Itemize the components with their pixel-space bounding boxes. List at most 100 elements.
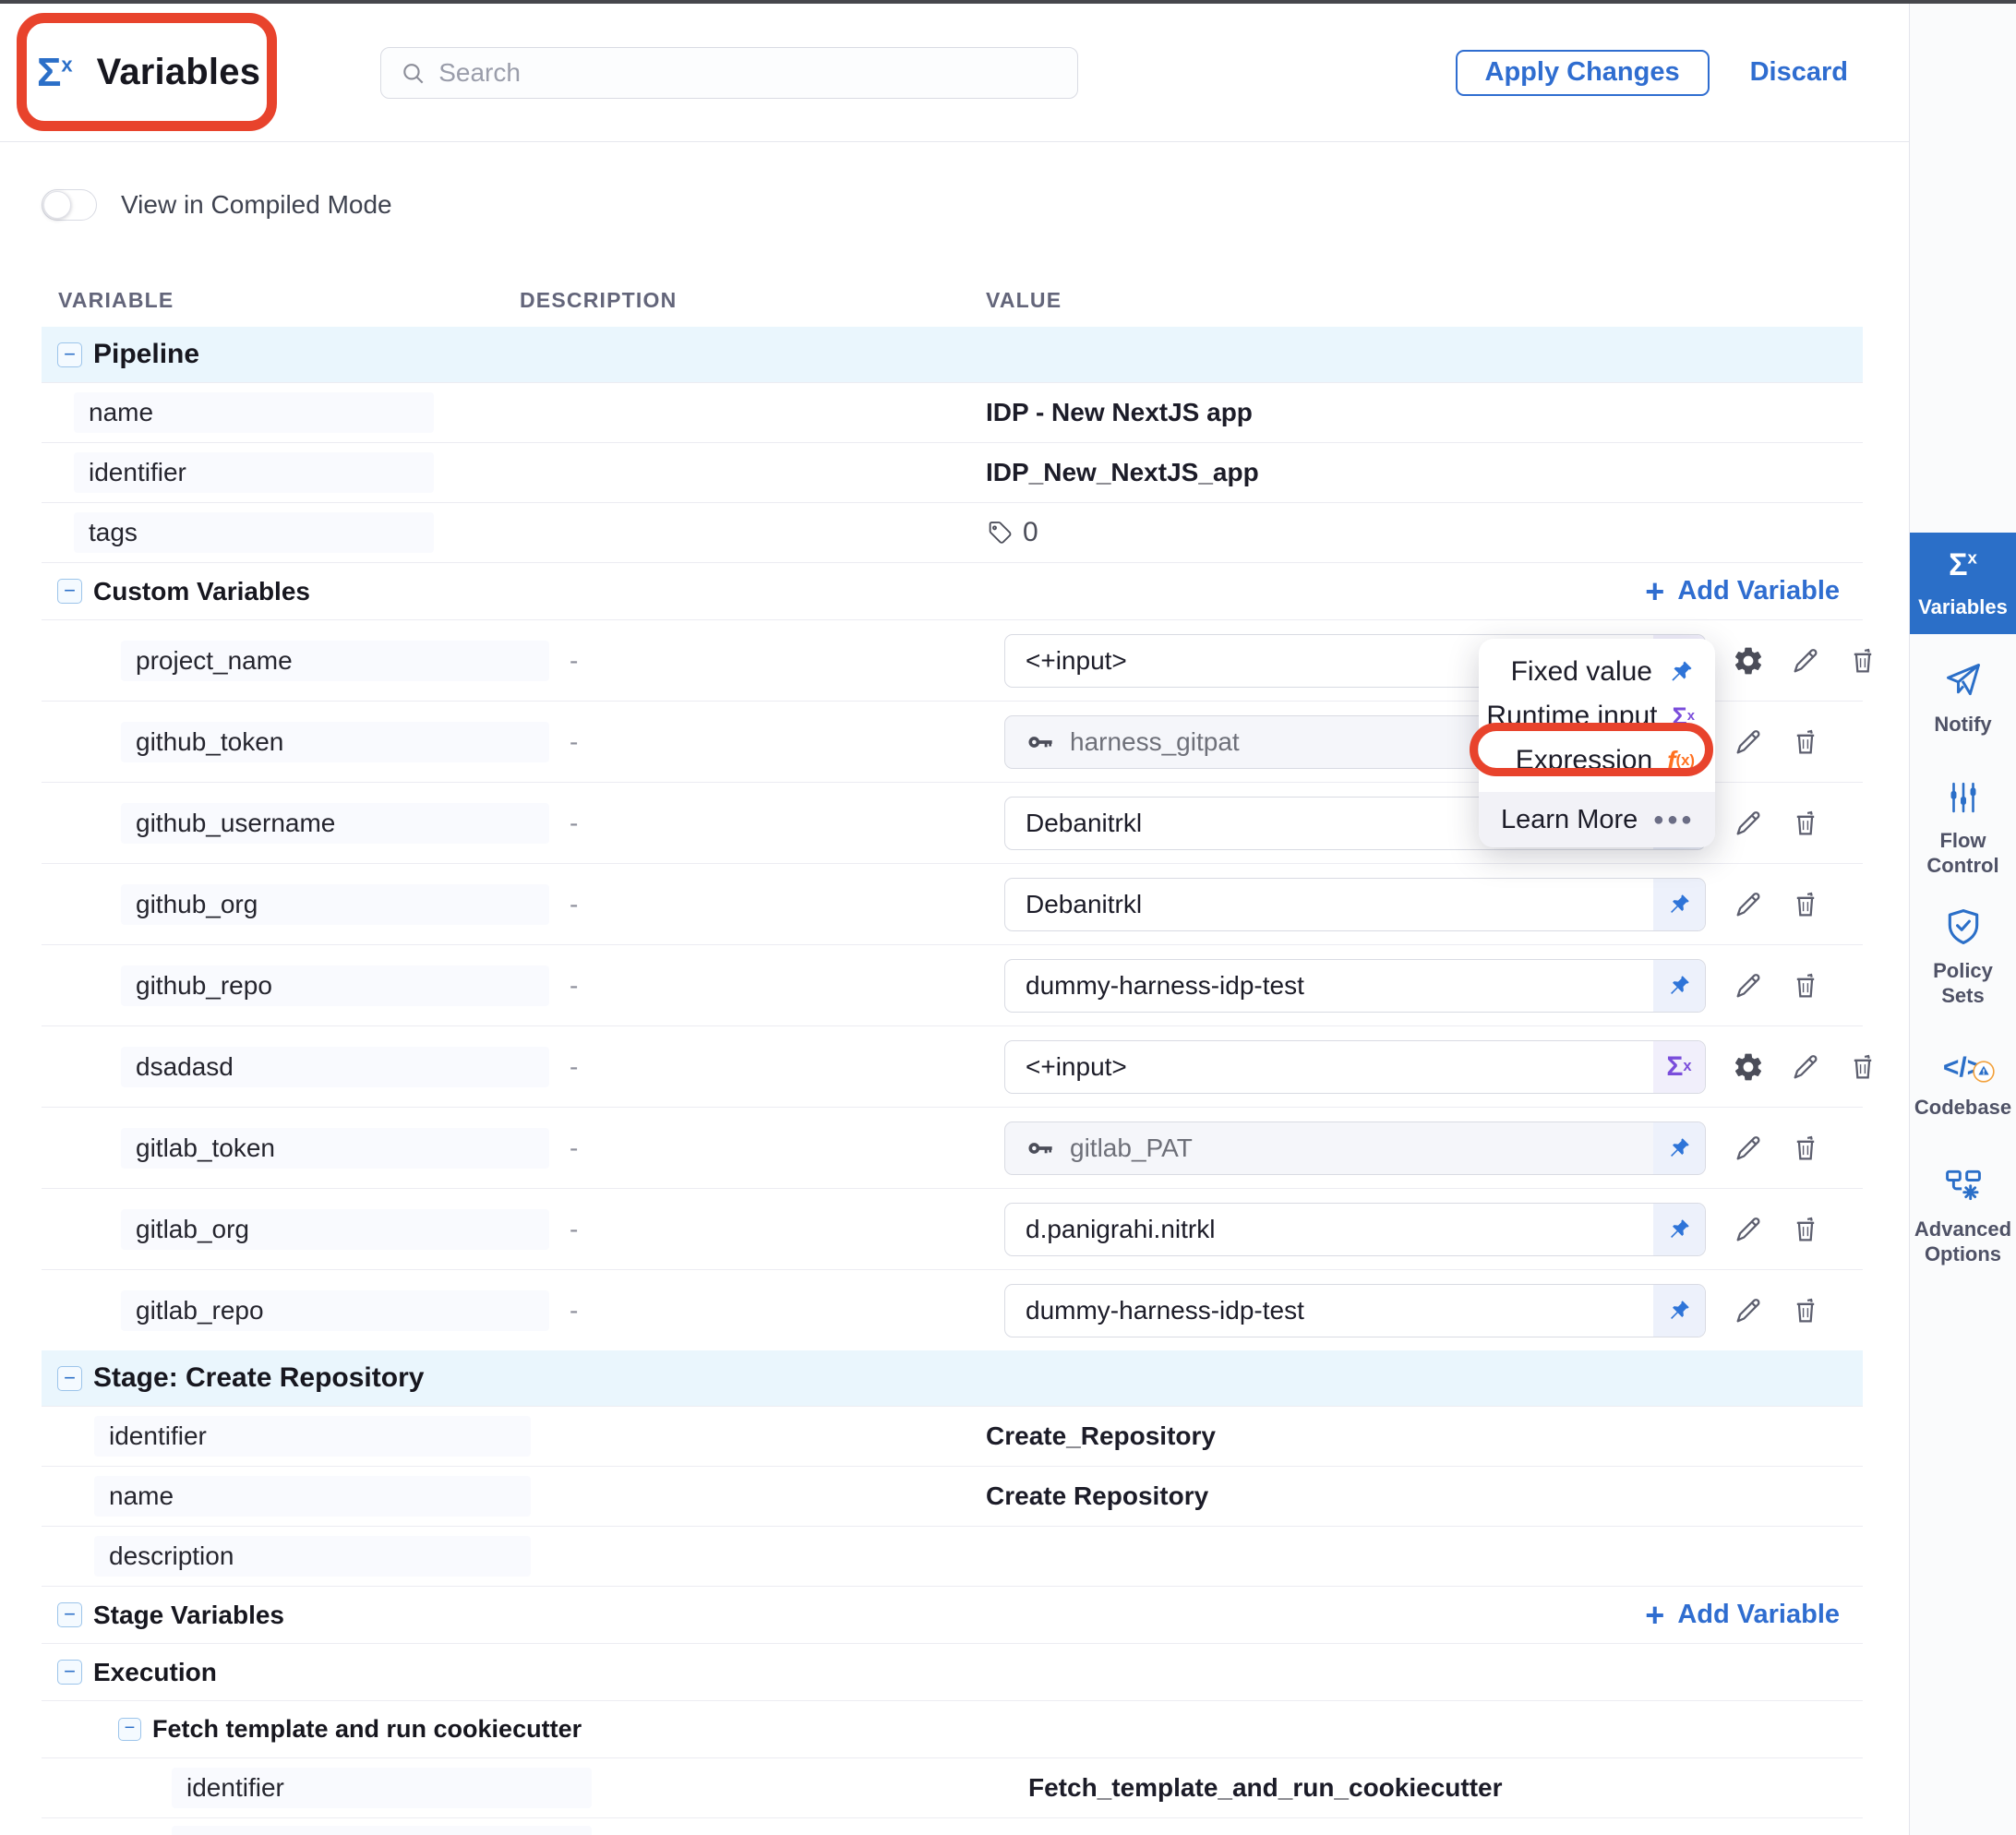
value-input[interactable]: <+input> Σx [1004,1040,1706,1094]
value-input[interactable]: d.panigrahi.nitrkl [1004,1203,1706,1256]
menu-item-expression[interactable]: Expression f(x) [1479,738,1715,783]
delete-trash-icon[interactable] [1789,969,1822,1002]
step-group-header: − Fetch template and run cookiecutter [42,1700,1863,1757]
right-nav: Σx Variables Notify Flow Control Policy … [1909,4,2016,1835]
edit-pencil-icon[interactable] [1732,1294,1765,1327]
page-title: Variables [97,52,260,93]
sigma-x-icon: Σx [1949,547,1977,583]
value-type-menu: Fixed value Runtime input Σx Expression … [1479,639,1715,847]
delete-trash-icon[interactable] [1789,1294,1822,1327]
variable-name-pill: dsadasd [121,1047,549,1087]
table-row: identifier Create_Repository [42,1406,1863,1466]
variable-name-pill [172,1826,592,1835]
value-input[interactable]: dummy-harness-idp-test [1004,1284,1706,1337]
runtime-input-icon[interactable]: Σx [1653,1041,1705,1093]
tags-count: 0 [1023,517,1038,548]
variable-value: IDP - New NextJS app [986,398,1253,427]
sliders-icon [1944,778,1983,817]
variable-name-pill: gitlab_repo [121,1290,549,1331]
collapse-icon[interactable]: − [57,1660,82,1685]
section-header-stage: − Stage: Create Repository [42,1350,1863,1406]
delete-trash-icon[interactable] [1789,1132,1822,1165]
collapse-icon[interactable]: − [118,1718,141,1741]
nav-tab-flow-control[interactable]: Flow Control [1910,763,2016,893]
plus-icon: + [1645,1601,1664,1629]
menu-item-fixed-value[interactable]: Fixed value [1479,650,1715,694]
nav-tab-advanced-options[interactable]: Advanced Options [1910,1151,2016,1280]
menu-item-runtime-input[interactable]: Runtime input Σx [1479,694,1715,738]
delete-trash-icon[interactable] [1846,644,1879,678]
pin-icon[interactable] [1653,1285,1705,1337]
edit-pencil-icon[interactable] [1789,644,1822,678]
edit-pencil-icon[interactable] [1732,726,1765,759]
paper-plane-icon [1943,660,1984,701]
variable-name-pill: tags [74,512,434,553]
variable-name-pill: github_token [121,722,549,762]
variable-name-pill: description [94,1536,531,1577]
compiled-mode-label: View in Compiled Mode [121,190,392,220]
stage-variables-header: − Stage Variables + Add Variable [42,1586,1863,1643]
plus-icon: + [1645,578,1664,606]
table-row: gitlab_org - d.panigrahi.nitrkl [42,1188,1863,1269]
variables-panel: Σx Variables Apply Changes Discard View … [0,4,1909,1835]
delete-trash-icon[interactable] [1789,888,1822,921]
pin-icon[interactable] [1653,960,1705,1012]
gear-icon[interactable] [1732,644,1765,678]
variable-name-pill: name [94,1476,531,1517]
gear-icon[interactable] [1732,1050,1765,1084]
shield-check-icon [1943,906,1984,947]
search-box[interactable] [380,47,1078,99]
add-variable-button[interactable]: + Add Variable [1645,576,1840,606]
table-row: name Create Repository [42,1466,1863,1526]
edit-pencil-icon[interactable] [1789,1050,1822,1084]
table-row: tags 0 [42,502,1863,562]
pin-icon[interactable] [1653,879,1705,930]
value-input[interactable]: dummy-harness-idp-test [1004,959,1706,1013]
variable-value: Create_Repository [986,1421,1216,1451]
key-icon [1026,1133,1055,1163]
collapse-icon[interactable]: − [57,1602,82,1627]
collapse-icon[interactable]: − [57,342,82,367]
variable-name-pill: github_org [121,884,549,925]
edit-pencil-icon[interactable] [1732,888,1765,921]
learn-more-item[interactable]: Learn More ●●● [1479,792,1715,847]
table-row: identifier IDP_New_NextJS_app [42,442,1863,502]
pin-icon[interactable] [1653,1122,1705,1174]
edit-pencil-icon[interactable] [1732,807,1765,840]
column-value: VALUE [986,288,1062,313]
collapse-icon[interactable]: − [57,579,82,604]
delete-trash-icon[interactable] [1846,1050,1879,1084]
edit-pencil-icon[interactable] [1732,1213,1765,1246]
discard-button[interactable]: Discard [1750,57,1848,88]
sigma-x-icon: Σx [37,50,73,96]
code-warning-icon: </> [1943,1052,1983,1084]
collapse-icon[interactable]: − [57,1366,82,1391]
nav-tab-codebase[interactable]: </> Codebase [1910,1022,2016,1151]
runtime-input-icon: Σx [1673,702,1695,731]
delete-trash-icon[interactable] [1789,807,1822,840]
delete-trash-icon[interactable] [1789,726,1822,759]
secret-value-input[interactable]: gitlab_PAT [1004,1121,1706,1175]
variable-name-pill: gitlab_org [121,1209,549,1250]
delete-trash-icon[interactable] [1789,1213,1822,1246]
variable-name-pill: name [74,392,434,433]
compiled-mode-toggle[interactable] [42,189,97,221]
search-icon [400,59,426,87]
edit-pencil-icon[interactable] [1732,1132,1765,1165]
panel-header: Σx Variables Apply Changes Discard [0,4,1909,142]
column-variable: VARIABLE [58,288,174,313]
value-input[interactable]: Debanitrkl [1004,878,1706,931]
pin-icon [1667,658,1695,686]
nav-tab-notify[interactable]: Notify [1910,634,2016,763]
search-input[interactable] [438,58,1059,88]
table-row: github_org - Debanitrkl [42,863,1863,944]
nav-tab-policy-sets[interactable]: Policy Sets [1910,893,2016,1022]
edit-pencil-icon[interactable] [1732,969,1765,1002]
custom-variables-header: − Custom Variables + Add Variable [42,562,1863,619]
variable-value: Fetch_template_and_run_cookiecutter [1028,1773,1503,1803]
pin-icon[interactable] [1653,1204,1705,1255]
nav-tab-variables[interactable]: Σx Variables [1910,533,2016,634]
apply-changes-button[interactable]: Apply Changes [1456,50,1710,96]
add-variable-button[interactable]: + Add Variable [1645,1600,1840,1630]
expression-fx-icon: f(x) [1667,746,1695,775]
